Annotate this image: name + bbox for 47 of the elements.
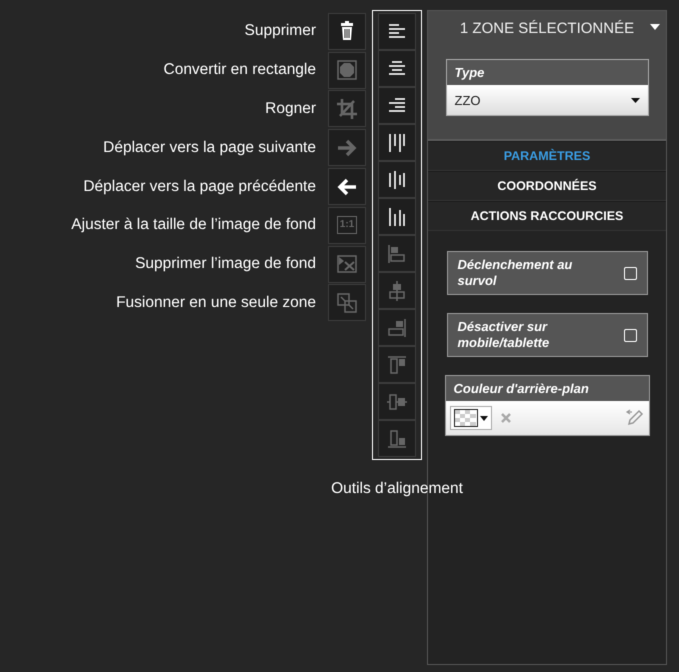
tool-label: Fusionner en une seule zone (116, 294, 316, 312)
align-button[interactable] (378, 13, 416, 50)
transparent-swatch-icon (454, 409, 478, 427)
option-label: Désactiver sur mobile/tablette (458, 319, 550, 351)
crop-icon (336, 98, 358, 120)
align-right-icon (386, 316, 408, 338)
align-button[interactable] (378, 198, 416, 235)
align-bottom-icon (386, 428, 408, 450)
option-label: Déclenchement au survol (458, 257, 574, 289)
panel-title: 1 ZONE SÉLECTIONNÉE (460, 20, 634, 36)
tool-label: Supprimer l’image de fond (135, 255, 316, 274)
align-button[interactable] (378, 124, 416, 161)
panel-tab[interactable]: ACTIONS RACCOURCIES (428, 201, 666, 231)
align-button[interactable] (378, 50, 416, 87)
remove-image-icon (336, 253, 358, 276)
caret-icon (630, 98, 640, 102)
tool-button[interactable] (328, 168, 366, 206)
alignment-caption: Outils d’alignement (331, 480, 463, 498)
tool-label: Ajuster à la taille de l’image de fond (71, 216, 316, 234)
tool-label: Rogner (265, 100, 316, 118)
eyedropper-icon[interactable] (624, 408, 644, 428)
ratio-icon: 1:1 (336, 216, 358, 234)
shape-icon (336, 59, 358, 82)
tool-label: Supprimer (244, 22, 316, 40)
panel-tab[interactable]: PARAMÈTRES (428, 141, 666, 171)
caret-icon[interactable] (650, 24, 660, 30)
tool-label: Déplacer vers la page suivante (103, 138, 316, 157)
color-picker[interactable] (450, 406, 492, 430)
tool-label: Convertir en rectangle (164, 61, 316, 80)
align-left-icon (386, 242, 408, 264)
align-button[interactable] (378, 87, 416, 124)
distribute-center-icon (386, 168, 408, 190)
clear-icon[interactable] (500, 412, 512, 424)
checkbox[interactable] (624, 328, 636, 342)
distribute-right-icon (386, 206, 408, 228)
tool-label: Déplacer vers la page précédente (83, 178, 316, 196)
align-top-icon (386, 354, 408, 376)
checkbox[interactable] (624, 266, 636, 280)
field-label: Type (446, 60, 648, 85)
tool-button[interactable] (328, 12, 366, 50)
align-button[interactable] (378, 161, 416, 198)
field-label: Couleur d'arrière-plan (446, 376, 648, 401)
panel-tab[interactable]: COORDONNÉES (428, 171, 666, 201)
caret-icon (480, 416, 488, 420)
type-select[interactable]: ZZO (446, 85, 648, 115)
merge-icon (336, 292, 358, 314)
distribute-left-icon (386, 132, 408, 154)
